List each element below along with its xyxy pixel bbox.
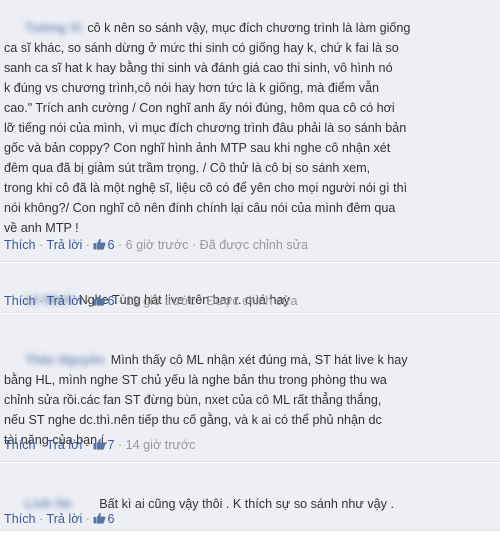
comment-text: Bất kì ai cũng vậy thôi . K thích sự so …: [99, 497, 394, 511]
like-link[interactable]: Thích: [4, 294, 36, 308]
comment-1: Tường Vi cô k nên so sánh vậy, mục đích c…: [0, 0, 500, 262]
comment-author[interactable]: Linh Hà: [25, 497, 71, 511]
comment-thread: Tường Vi cô k nên so sánh vậy, mục đích c…: [0, 0, 500, 531]
thumbs-up-icon: [93, 238, 106, 250]
like-count[interactable]: 7: [107, 438, 114, 452]
like-link[interactable]: Thích: [4, 438, 36, 452]
comment-text: cô k nên so sánh vậy, mục đích chương tr…: [4, 21, 411, 235]
like-link[interactable]: Thích: [4, 512, 36, 526]
comment-time[interactable]: 12 giờ trước: [126, 294, 196, 308]
reply-link[interactable]: Trả lời: [46, 294, 82, 308]
thumbs-up-icon: [93, 438, 106, 450]
comment-meta: Thích · Trả lời · 6: [4, 512, 115, 526]
like-count[interactable]: 6: [107, 512, 114, 526]
comment-author[interactable]: Tường Vi: [25, 21, 81, 35]
comment-4: Linh Hà Bất kì ai cũng vậy thôi . K thích…: [0, 463, 500, 531]
comment-meta: Thích · Trả lời · 6 · 12 giờ trước · Đượ…: [4, 294, 298, 308]
thumbs-up-icon: [93, 294, 106, 306]
edited-label[interactable]: Được chỉnh sửa: [207, 294, 298, 308]
comment-meta: Thích · Trả lời · 7 · 14 giờ trước: [4, 438, 196, 452]
reply-link[interactable]: Trả lời: [46, 238, 82, 252]
comment-3: Thảo Nguyên Mình thấy cô ML nhận xét đúng…: [0, 314, 500, 462]
like-count[interactable]: 6: [107, 294, 114, 308]
reply-link[interactable]: Trả lời: [46, 512, 82, 526]
like-count[interactable]: 6: [107, 238, 114, 252]
comment-meta: Thích · Trả lời · 6 · 6 giờ trước · Đã đ…: [4, 238, 309, 252]
reply-link[interactable]: Trả lời: [46, 438, 82, 452]
comment-time[interactable]: 6 giờ trước: [126, 238, 189, 252]
comment-author[interactable]: Thảo Nguyên: [25, 353, 105, 367]
thumbs-up-icon: [93, 512, 106, 524]
comment-time[interactable]: 14 giờ trước: [126, 438, 196, 452]
edited-label[interactable]: Đã được chỉnh sửa: [200, 238, 308, 252]
comment-text: Mình thấy cô ML nhận xét đúng mà, ST hát…: [4, 353, 408, 447]
comment-2: Lê Minh Nghe Tùng hát live trên bar r. qu…: [0, 263, 500, 313]
like-link[interactable]: Thích: [4, 238, 36, 252]
